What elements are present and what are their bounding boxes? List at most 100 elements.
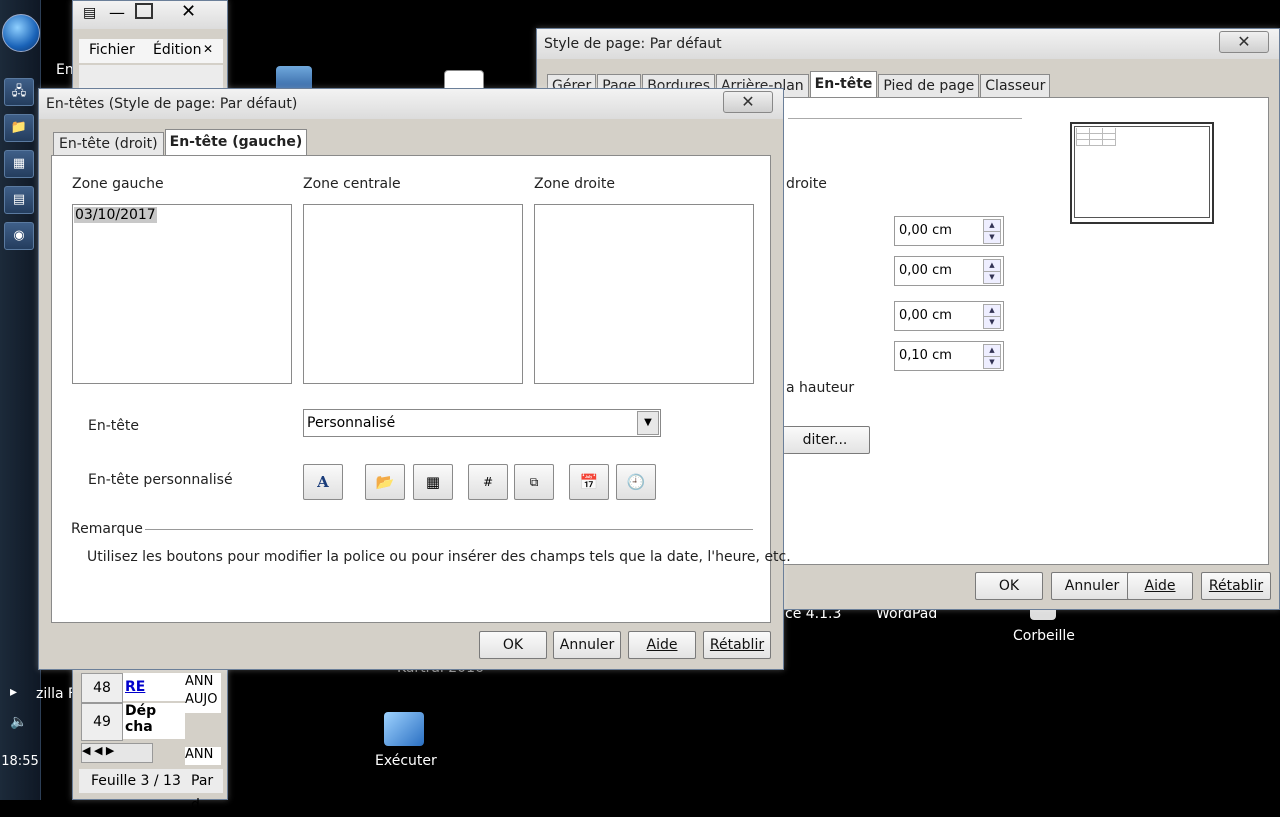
calc-statusbar: Feuille 3 / 13 Par d (79, 769, 223, 813)
headers-titlebar: En-têtes (Style de page: Par défaut) (39, 89, 783, 119)
desktop-label-corbeille: Corbeille (1013, 628, 1075, 644)
remark-text: Utilisez les boutons pour modifier la po… (87, 549, 791, 565)
spin-down-icon[interactable]: ▼ (983, 316, 1001, 329)
remark-title: Remarque (71, 521, 143, 537)
close-icon[interactable]: ✕ (181, 1, 196, 22)
header-type-select[interactable]: Personnalisé ▼ (303, 409, 661, 437)
zone-left-label: Zone gauche (72, 176, 164, 192)
spin-down-icon[interactable]: ▼ (983, 356, 1001, 369)
taskbar: 🖧 📁 ▦ ▤ ◉ ▸ 🔈 18:55 (0, 0, 41, 800)
row-header-49[interactable]: 49 (81, 703, 123, 741)
desktop-label-mozilla: zilla F (36, 686, 77, 702)
minimize-icon[interactable]: — (109, 3, 125, 22)
zone-left-date-field[interactable]: 03/10/2017 (74, 207, 157, 223)
cell-48b[interactable]: RE (123, 673, 185, 701)
headers-cancel-button[interactable]: Annuler (553, 631, 621, 659)
tab-classeur[interactable]: Classeur (980, 74, 1051, 97)
tab-pied-de-page[interactable]: Pied de page (878, 74, 980, 97)
cell-c3[interactable]: ANN (185, 747, 221, 765)
page-number-icon: # (482, 475, 494, 489)
page-style-close-icon[interactable]: ✕ (1219, 31, 1269, 53)
spin-right-margin[interactable]: 0,00 cm ▲ ▼ (894, 256, 1004, 286)
zone-right-label: Zone droite (534, 176, 615, 192)
menu-fichier[interactable]: Fichier (89, 42, 135, 58)
header-type-label: En-tête (88, 418, 139, 434)
spin-height[interactable]: 0,10 cm ▲ ▼ (894, 341, 1004, 371)
tab-header-right[interactable]: En-tête (droit) (53, 132, 164, 155)
chevron-down-icon[interactable]: ▼ (637, 411, 659, 435)
page-style-cancel-button[interactable]: Annuler (1051, 572, 1133, 600)
header-type-value: Personnalisé (307, 415, 396, 431)
menu-close-icon[interactable]: ✕ (203, 42, 213, 56)
cell-c1: ANN (185, 674, 214, 689)
zone-center-label: Zone centrale (303, 176, 401, 192)
label-droite-partial: droite (786, 176, 827, 192)
remark-separator (145, 529, 753, 530)
run-icon[interactable] (384, 712, 424, 746)
clock-icon: 🕘 (626, 473, 646, 491)
zone-left-editor[interactable]: 03/10/2017 (72, 204, 292, 384)
cell-49b-line1: Dép (125, 703, 157, 719)
font-a-icon: A (317, 473, 329, 491)
spin-left-margin[interactable]: 0,00 cm ▲ ▼ (894, 216, 1004, 246)
spin-down-icon[interactable]: ▼ (983, 231, 1001, 244)
headers-ok-button[interactable]: OK (479, 631, 547, 659)
spin-down-icon[interactable]: ▼ (983, 271, 1001, 284)
title-field-button[interactable]: 📂 (365, 464, 405, 500)
clock: 18:55 (1, 754, 39, 769)
calendar-icon: 📅 (579, 473, 599, 491)
cell-49b[interactable]: Dép cha (123, 703, 185, 739)
date-button[interactable]: 📅 (569, 464, 609, 500)
label-hauteur-partial: a hauteur (786, 380, 855, 396)
page-style-reset-button[interactable]: Rétablir (1201, 572, 1271, 600)
zone-center-editor[interactable] (303, 204, 523, 384)
tab-en-tete[interactable]: En-tête (809, 71, 878, 97)
headers-help-button[interactable]: Aide (628, 631, 696, 659)
spin-spacing[interactable]: 0,00 cm ▲ ▼ (894, 301, 1004, 331)
tray-expand-icon[interactable]: ▸ (10, 684, 17, 700)
headers-dialog: En-têtes (Style de page: Par défaut) ✕ E… (38, 88, 791, 670)
header-preview (1070, 122, 1214, 224)
zone-right-editor[interactable] (534, 204, 754, 384)
desktop-label-executer: Exécuter (375, 753, 437, 769)
folder-field-icon: 📂 (375, 473, 395, 491)
page-count-button[interactable]: ⧉ (514, 464, 554, 500)
sheet-nav-buttons[interactable]: ◀ ◀ ▶ (81, 743, 153, 763)
maximize-icon[interactable] (135, 3, 153, 19)
start-button[interactable] (2, 14, 40, 52)
calc-app-icon-small: ▤ (83, 5, 97, 21)
network-app-icon[interactable]: 🖧 (4, 78, 34, 106)
status-page-style: Par d (191, 773, 214, 813)
edit-button[interactable]: diter... (780, 426, 870, 454)
text-attributes-button[interactable]: A (303, 464, 343, 500)
cell-column-c[interactable]: ANN AUJO (185, 673, 221, 713)
sheet-name-button[interactable]: ▦ (413, 464, 453, 500)
separator (788, 118, 1022, 119)
spin-left-margin-value: 0,00 cm (899, 223, 952, 238)
page-style-ok-button[interactable]: OK (975, 572, 1043, 600)
page-style-help-button[interactable]: Aide (1127, 572, 1193, 600)
tab-header-left[interactable]: En-tête (gauche) (164, 129, 308, 155)
time-button[interactable]: 🕘 (616, 464, 656, 500)
cell-c2: AUJO (185, 692, 218, 707)
calc-app-icon[interactable]: ▤ (4, 186, 34, 214)
firefox-app-icon[interactable]: ◉ (4, 222, 34, 250)
folder-app-icon[interactable]: 📁 (4, 114, 34, 142)
sheet-grid-icon: ▦ (425, 473, 441, 491)
spin-height-value: 0,10 cm (899, 348, 952, 363)
spin-right-margin-value: 0,00 cm (899, 263, 952, 278)
cell-49b-line2: cha (125, 719, 153, 735)
menu-edition[interactable]: Édition (153, 42, 201, 58)
custom-header-label: En-tête personnalisé (88, 472, 233, 488)
sheet-status: Feuille 3 / 13 (91, 773, 181, 789)
page-count-icon: ⧉ (529, 475, 539, 489)
headers-tabs: En-tête (droit) En-tête (gauche) (53, 129, 308, 155)
spreadsheet-app-icon[interactable]: ▦ (4, 150, 34, 178)
headers-close-icon[interactable]: ✕ (723, 91, 773, 113)
page-number-button[interactable]: # (468, 464, 508, 500)
calc-menubar: Fichier Édition ✕ (79, 39, 223, 63)
headers-reset-button[interactable]: Rétablir (703, 631, 771, 659)
page-style-titlebar: Style de page: Par défaut (537, 29, 1279, 59)
volume-icon[interactable]: 🔈 (10, 714, 27, 730)
row-header-48[interactable]: 48 (81, 673, 123, 703)
